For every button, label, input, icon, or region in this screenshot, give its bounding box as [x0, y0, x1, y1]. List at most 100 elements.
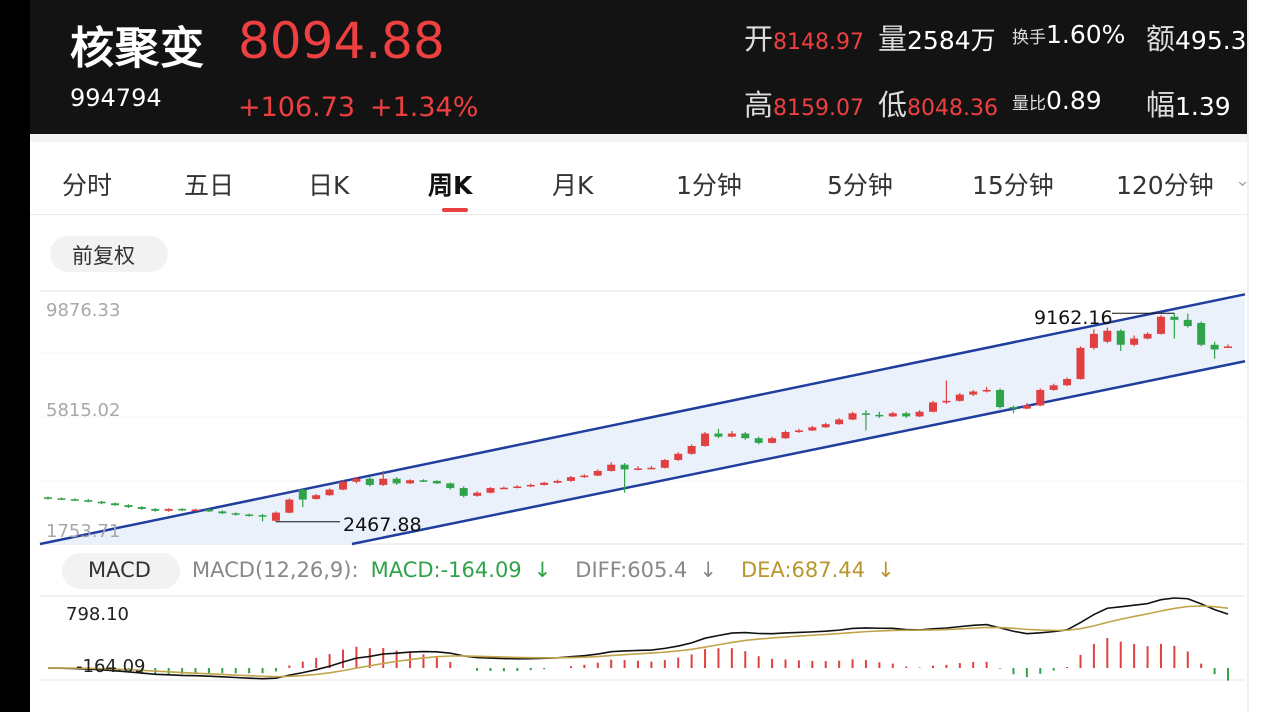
candle-body — [1170, 316, 1179, 320]
candle-body — [151, 508, 160, 511]
macd-values: MACD(12,26,9): MACD:-164.09 ↓ DIFF:605.4 ↓ DE… — [192, 558, 919, 582]
candle-body — [70, 499, 79, 501]
candle-body — [1156, 316, 1165, 334]
candle-body — [191, 509, 200, 512]
candle-body — [674, 453, 683, 461]
candle-body — [379, 478, 388, 485]
dea-value: DEA:687.44 ↓ — [740, 558, 895, 582]
candle-body — [741, 433, 750, 439]
candle-body — [996, 389, 1005, 408]
macd-panel — [40, 595, 1245, 681]
candle-body — [526, 484, 535, 487]
candle-body — [1116, 330, 1125, 345]
candle-body — [419, 480, 428, 482]
candle-body — [566, 477, 575, 481]
y-tick-bottom: 1753.71 — [46, 521, 120, 542]
candle-body — [1063, 379, 1072, 386]
candle-body — [580, 475, 589, 478]
candle-body — [432, 480, 441, 484]
kline-chart[interactable]: 9876.33 5815.02 1753.71 9162.16 2467.88 … — [0, 0, 1280, 712]
candle-body — [768, 438, 777, 443]
candle-body — [124, 505, 133, 508]
candle-body — [982, 389, 991, 392]
candle-body — [164, 508, 173, 511]
candle-body — [808, 427, 817, 431]
candle-body — [781, 431, 790, 439]
y-tick-top: 9876.33 — [46, 300, 120, 321]
candle-body — [1224, 346, 1232, 348]
candle-body — [714, 433, 723, 437]
candle-body — [352, 478, 361, 482]
candle-body — [593, 470, 602, 476]
candle-body — [97, 501, 106, 504]
candle-body — [1009, 407, 1018, 409]
candle-body — [1036, 389, 1045, 406]
macd-value: MACD:-164.09 ↓ — [370, 558, 552, 582]
candle-body — [298, 489, 307, 500]
candle-body — [701, 433, 710, 447]
candle-body — [486, 488, 495, 493]
candle-body — [821, 424, 830, 428]
candle-body — [634, 468, 642, 470]
candle-body — [620, 464, 629, 470]
y-tick-mid: 5815.02 — [46, 400, 120, 421]
candle-body — [1143, 333, 1152, 339]
macd-indicator-button[interactable]: MACD — [62, 553, 180, 589]
candle-body — [459, 488, 468, 496]
candle-body — [285, 499, 294, 513]
candle-body — [1197, 322, 1206, 345]
candle-body — [1130, 338, 1139, 345]
candle-body — [325, 489, 334, 496]
candle-body — [392, 478, 401, 484]
candle-body — [57, 498, 66, 500]
right-frame — [1247, 0, 1280, 712]
candle-body — [540, 482, 549, 485]
candle-body — [607, 464, 616, 471]
candle-body — [231, 513, 240, 515]
candle-body — [647, 467, 656, 470]
candle-body — [271, 512, 280, 521]
candle-body — [406, 480, 415, 484]
candle-body — [84, 500, 93, 502]
candle-body — [1089, 333, 1098, 348]
low-annotation: 2467.88 — [343, 514, 422, 536]
price-channel — [39, 293, 1246, 546]
candle-body — [218, 511, 227, 514]
candle-body — [687, 446, 696, 454]
candle-body — [955, 394, 964, 401]
candle-body — [137, 507, 146, 509]
candle-body — [365, 478, 374, 485]
candle-body — [875, 414, 884, 417]
candle-body — [204, 509, 213, 512]
diff-value: DIFF:605.4 ↓ — [575, 558, 717, 582]
macd-button-label: MACD — [88, 558, 151, 582]
candle-body — [245, 514, 254, 517]
candle-body — [44, 497, 52, 499]
candle-body — [499, 487, 508, 490]
candle-body — [473, 492, 482, 496]
candle-body — [312, 495, 321, 499]
candle-body — [888, 413, 897, 417]
candle-body — [848, 413, 857, 420]
channel-upper-line — [39, 293, 1246, 546]
candle-body — [660, 460, 669, 468]
candle-body — [969, 391, 978, 395]
candle-body — [258, 515, 267, 517]
candle-body — [942, 400, 951, 403]
candle-body — [111, 503, 120, 506]
macd-y-top: 798.10 — [66, 604, 129, 625]
candle-body — [1210, 344, 1219, 350]
candle-body — [513, 486, 522, 488]
high-annotation: 9162.16 — [1034, 307, 1113, 329]
candle-body — [835, 419, 844, 425]
candle-body — [339, 481, 347, 490]
candle-body — [1103, 330, 1112, 342]
candle-body — [178, 508, 187, 511]
candle-body — [794, 430, 803, 432]
y-axis-labels: 9876.33 5815.02 1753.71 — [46, 300, 120, 542]
candle-body — [929, 402, 937, 412]
macd-y-bottom: -164.09 — [76, 656, 145, 677]
candle-body — [446, 483, 455, 489]
macd-params: MACD(12,26,9): — [192, 558, 359, 582]
candle-body — [1076, 347, 1085, 380]
